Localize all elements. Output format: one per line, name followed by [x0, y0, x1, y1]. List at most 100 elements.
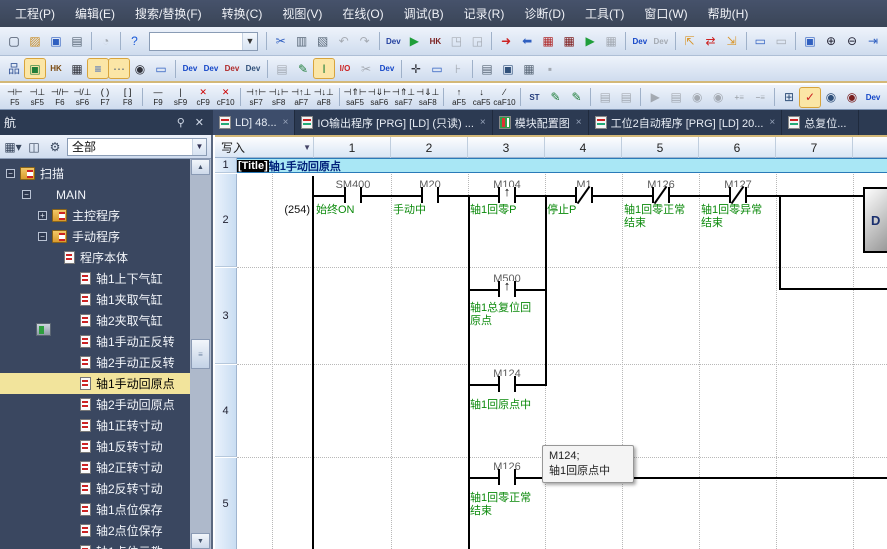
find-coil-icon-icon[interactable]: ◉ [708, 88, 728, 107]
menu-item[interactable]: 搜索/替换(F) [126, 2, 211, 25]
statement-jump-icon-icon[interactable]: ⇱ [680, 32, 700, 51]
zoom-in-icon-icon[interactable]: ⊕ [821, 32, 841, 51]
find-device-icon-icon[interactable]: ◉ [130, 59, 150, 78]
help-icon-icon[interactable]: ? [124, 32, 144, 51]
tree-item[interactable]: 轴2手动正反转 [0, 352, 190, 373]
find-window-icon-icon[interactable]: ▭ [151, 59, 171, 78]
save-project-icon-icon[interactable]: ▣ [46, 32, 66, 51]
ladder-symbol-button[interactable]: ⊣↓⊥ aF8 [313, 86, 335, 109]
project-tree-icon-icon[interactable]: 品 [4, 59, 24, 78]
tree-item[interactable]: 轴1上下气缸 [0, 268, 190, 289]
gear-icon[interactable]: ⚙ [46, 138, 64, 156]
stamp-icon-icon[interactable]: ▤ [272, 59, 292, 78]
reference-window-icon-icon[interactable]: ▭ [427, 59, 447, 78]
device-search-icon-icon[interactable]: ✛ [406, 59, 426, 78]
tree-item[interactable]: 轴1夹取气缸 [0, 289, 190, 310]
tree-item[interactable]: 轴1正转寸动 [0, 415, 190, 436]
contact-no-m126[interactable] [498, 469, 516, 485]
ladder-symbol-button[interactable]: | sF9 [170, 86, 192, 109]
zoom-out-icon-icon[interactable]: ⊖ [842, 32, 862, 51]
new-project-icon-icon[interactable]: ▢ [4, 32, 24, 51]
instruction-block[interactable]: D [863, 187, 887, 253]
menu-item[interactable]: 帮助(H) [699, 2, 758, 25]
document-tab[interactable]: 模块配置图 × [493, 110, 589, 135]
tab-close-icon[interactable]: × [283, 117, 289, 128]
ladder-symbol-button[interactable]: ( ) F7 [94, 86, 116, 109]
tree-expander-icon[interactable]: − [22, 190, 31, 199]
ladder-symbol-button[interactable]: ⊣↑⊥ aF7 [290, 86, 312, 109]
tree-item[interactable]: − MAIN [0, 184, 190, 205]
user-lib-icon-icon[interactable]: ▪ [540, 59, 560, 78]
monitor-stop-icon-icon[interactable]: ▦ [601, 32, 621, 51]
document-tab[interactable]: IO输出程序 [PRG] [LD] (只读) ... × [295, 110, 492, 135]
print-icon-icon[interactable]: ▤ [67, 32, 87, 51]
export-icon-icon[interactable]: ◲ [467, 32, 487, 51]
tool-disabled-icon-icon[interactable]: ✂ [356, 59, 376, 78]
rung-title-statement[interactable]: [Title] 轴1手动回原点 [237, 158, 887, 173]
cut-icon-icon[interactable]: ✂ [271, 32, 291, 51]
coil-disabled-icon-icon[interactable]: ⊦ [448, 59, 468, 78]
contact-no-m124[interactable] [498, 376, 516, 392]
chevron-down-icon[interactable]: ▼ [242, 33, 257, 50]
ladder-symbol-button[interactable]: ↑ aF5 [448, 86, 470, 109]
paste-icon-icon[interactable]: ▧ [313, 32, 333, 51]
ladder-symbol-button[interactable]: ⊣/⊢ F6 [49, 86, 71, 109]
device-transfer-icon-icon[interactable]: ⇄ [701, 32, 721, 51]
list-view-icon-icon[interactable]: ▦ [519, 59, 539, 78]
verify-with-plc-icon-icon[interactable]: ▦ [538, 32, 558, 51]
tree-expander-icon[interactable]: − [38, 232, 47, 241]
undo-icon-icon[interactable]: ↶ [334, 32, 354, 51]
tree-check-icon-icon[interactable]: ✓ [800, 88, 820, 107]
contact-nc-m1[interactable] [575, 187, 593, 203]
device-display-icon-icon[interactable]: Dev [377, 59, 397, 78]
menu-item[interactable]: 视图(V) [273, 2, 331, 25]
statement-list-icon-icon[interactable]: ⇲ [722, 32, 742, 51]
edit-mode-icon-icon[interactable]: I [314, 59, 334, 78]
ladder-symbol-button[interactable]: ⊣⇑⊥ saF7 [392, 86, 415, 109]
remote-operation-icon-icon[interactable]: ▦ [559, 32, 579, 51]
inline-st-icon-icon[interactable]: ▣ [498, 59, 518, 78]
menu-item[interactable]: 窗口(W) [635, 2, 696, 25]
tree-scrollbar[interactable]: ▲ ≡ ▼ [190, 159, 211, 549]
statement-display-icon-icon[interactable]: ⋯ [109, 59, 129, 78]
tab-close-icon[interactable]: × [480, 117, 486, 128]
insert-row-icon-icon[interactable]: +≡ [729, 88, 749, 107]
contact-pulse-m104[interactable]: ↑ [498, 187, 516, 203]
tree-item[interactable]: + 主控程序 [0, 205, 190, 226]
tab-close-icon[interactable]: × [576, 117, 582, 128]
io-check-icon-icon[interactable]: I/O [335, 59, 355, 78]
document-tab[interactable]: LD] 48... × [213, 110, 295, 135]
ladder-symbol-button[interactable]: ⊣⇓⊥ saF8 [416, 86, 439, 109]
scrollbar-thumb[interactable]: ≡ [191, 339, 210, 369]
redo-icon-icon[interactable]: ↷ [355, 32, 375, 51]
statement-box-icon-icon[interactable]: ▤ [477, 59, 497, 78]
close-icon[interactable]: ✕ [190, 116, 209, 129]
menu-item[interactable]: 转换(C) [213, 2, 272, 25]
ladder-symbol-button[interactable]: ⊣⇓⊢ saF6 [368, 86, 391, 109]
ladder-editor[interactable]: 写入 ▼ 1 2 3 4 5 6 7 1 2 3 4 5 [215, 135, 887, 549]
ladder-symbol-button[interactable]: ✕ cF10 [215, 86, 237, 109]
screen-find-icon-icon[interactable]: ▣ [800, 32, 820, 51]
tree-item[interactable]: 轴1手动正反转 [0, 331, 190, 352]
copy-icon-icon[interactable]: ▥ [292, 32, 312, 51]
ladder-symbol-button[interactable]: ⊣↓⊢ sF8 [268, 86, 290, 109]
edit-coil-icon-icon[interactable]: ✎ [566, 88, 586, 107]
tree-item[interactable]: − 手动程序 [0, 226, 190, 247]
coil-table-icon-icon[interactable]: ▤ [616, 88, 636, 107]
delete-row-icon-icon[interactable]: −≡ [750, 88, 770, 107]
document-tab[interactable]: 总复位... [782, 110, 859, 135]
comment-display-icon-icon[interactable]: ≡ [88, 59, 108, 78]
program-check2-icon-icon[interactable]: ▭ [771, 32, 791, 51]
pan-right-icon-icon[interactable]: ⇥ [863, 32, 883, 51]
tree-item[interactable]: 轴2夹取气缸 [0, 310, 190, 331]
ladder-symbol-button[interactable]: ⊣⇑⊢ saF5 [343, 86, 366, 109]
ladder-symbol-button[interactable]: ✕ cF9 [192, 86, 214, 109]
find-combobox[interactable]: ▼ [149, 32, 257, 51]
contact-pulse-m500[interactable]: ↑ [498, 281, 516, 297]
write-to-plc-icon-icon[interactable]: ➜ [496, 32, 516, 51]
ladder-symbol-button[interactable]: — F9 [147, 86, 169, 109]
write-mode-select[interactable]: 写入 ▼ [215, 137, 314, 158]
menu-item[interactable]: 在线(O) [333, 2, 392, 25]
ladder-symbol-button[interactable]: ⊣⊢ F5 [4, 86, 26, 109]
cross-ref-icon-icon[interactable]: ◉ [821, 88, 841, 107]
